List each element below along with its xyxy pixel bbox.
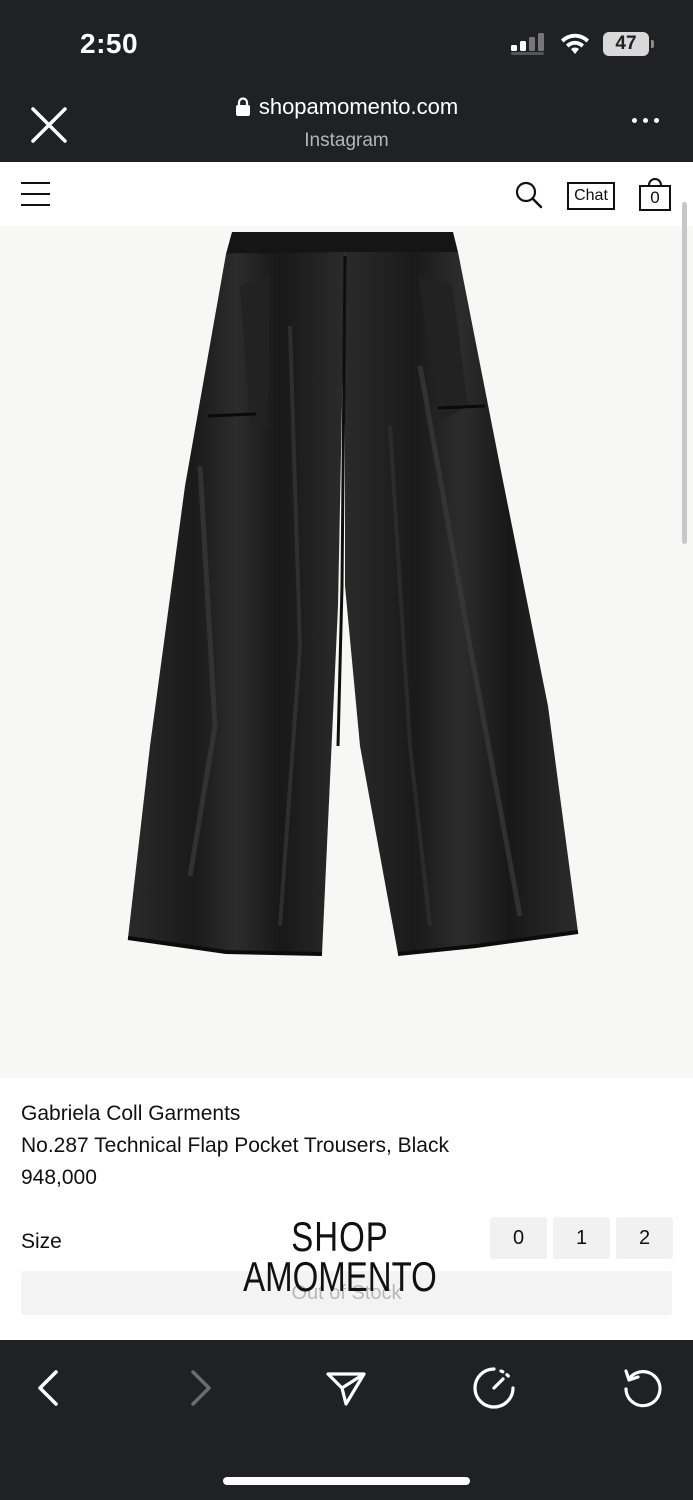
logo-line-2: AMOMENTO — [243, 1253, 437, 1300]
status-time: 2:50 — [80, 28, 139, 59]
battery-level: 47 — [615, 33, 637, 54]
size-options: 0 1 2 — [490, 1217, 673, 1259]
shop-logo[interactable]: SHOP AMOMENTO — [240, 1213, 440, 1300]
cart-count: 0 — [650, 188, 660, 207]
reload-icon[interactable] — [619, 1364, 667, 1412]
menu-icon[interactable] — [21, 182, 50, 206]
url-text: shopamomento.com — [258, 94, 459, 119]
referrer-label: Instagram — [304, 130, 389, 151]
size-option-0[interactable]: 0 — [490, 1217, 547, 1259]
forward-icon[interactable] — [176, 1364, 224, 1412]
logo-line-1: SHOP — [291, 1213, 389, 1260]
lock-icon — [235, 97, 250, 116]
cellular-signal-icon — [511, 33, 544, 55]
product-brand[interactable]: Gabriela Coll Garments — [21, 1098, 672, 1130]
more-icon[interactable] — [632, 118, 659, 123]
size-label: Size — [21, 1230, 62, 1253]
browser-header: shopamomento.com Instagram — [0, 82, 693, 162]
address-bar[interactable]: shopamomento.com Instagram — [0, 94, 693, 152]
size-option-2[interactable]: 2 — [616, 1217, 673, 1259]
back-icon[interactable] — [25, 1364, 73, 1412]
wifi-icon — [561, 33, 589, 54]
search-icon[interactable] — [514, 180, 544, 210]
share-icon[interactable] — [322, 1364, 370, 1412]
status-bar: 2:50 47 — [0, 0, 693, 82]
product-price: 948,000 — [21, 1166, 97, 1189]
product-name: No.287 Technical Flap Pocket Trousers, B… — [21, 1134, 449, 1157]
speed-icon[interactable] — [470, 1364, 518, 1412]
cart-icon[interactable]: 0 — [639, 178, 671, 211]
chat-button[interactable]: Chat — [567, 182, 615, 210]
product-info: Gabriela Coll Garments No.287 Technical … — [21, 1098, 672, 1194]
size-option-1[interactable]: 1 — [553, 1217, 610, 1259]
trousers-image — [127, 232, 579, 956]
home-indicator[interactable] — [223, 1477, 470, 1485]
scrollbar[interactable] — [682, 202, 687, 544]
browser-toolbar — [0, 1340, 693, 1500]
status-icons: 47 — [511, 32, 654, 56]
site-header: Chat 0 — [0, 162, 693, 226]
battery-icon: 47 — [603, 32, 654, 56]
product-image[interactable] — [0, 226, 693, 1078]
web-page: Chat 0 Gabriela Coll Garments No.287 Tec… — [0, 162, 693, 1340]
